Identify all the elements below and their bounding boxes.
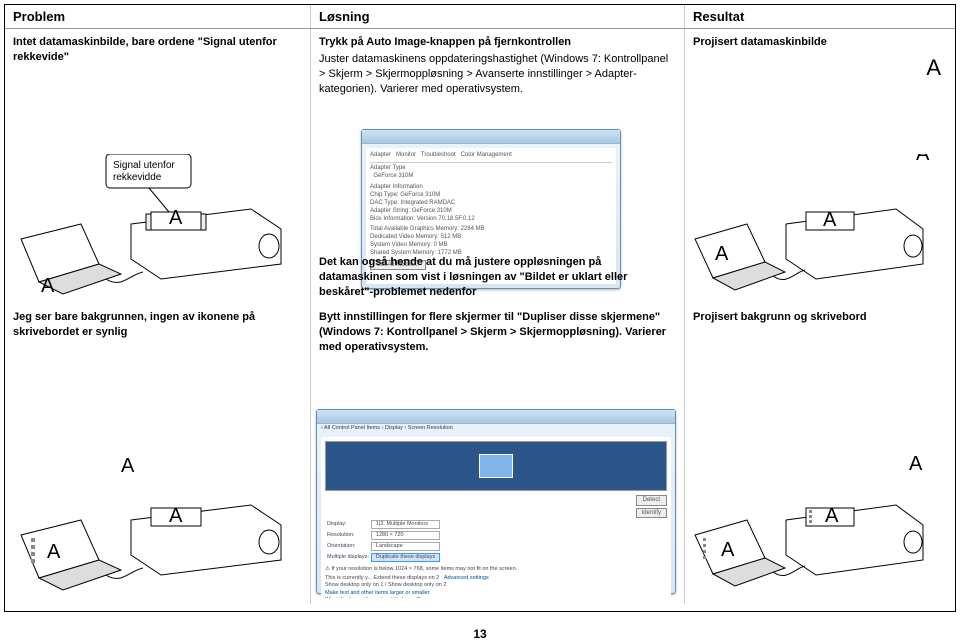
detect-button[interactable]: Detect <box>636 495 667 505</box>
table-row: Intet datamaskinbilde, bare ordene "Sign… <box>5 29 955 304</box>
header-result: Resultat <box>685 5 955 28</box>
identify-button[interactable]: Identify <box>636 508 667 518</box>
label-a: A <box>926 53 941 83</box>
result-cell-1: Projisert datamaskinbilde A <box>685 29 955 304</box>
result-2-text: Projisert bakgrunn og skrivebord <box>693 310 947 325</box>
window-titlebar <box>362 130 620 144</box>
diagram-result-2: A A A <box>691 450 941 600</box>
problem-cell-2: Jeg ser bare bakgrunnen, ingen av ikonen… <box>5 304 310 604</box>
breadcrumb: ‹ All Control Panel Items › Display › Sc… <box>317 424 675 433</box>
label-a: A <box>169 505 183 527</box>
laptop-icon <box>695 520 785 586</box>
solution-1a: Trykk på Auto Image-knappen på fjernkont… <box>319 35 676 50</box>
table-header-row: Problem Løsning Resultat <box>5 5 955 29</box>
label-a: A <box>721 539 735 561</box>
screen-resolution-window: ‹ All Control Panel Items › Display › Sc… <box>316 409 676 594</box>
window-titlebar <box>317 410 675 424</box>
label-a: A <box>916 154 930 165</box>
problem-2-text: Jeg ser bare bakgrunnen, ingen av ikonen… <box>13 310 302 340</box>
page-frame: Problem Løsning Resultat Intet datamaski… <box>4 4 956 612</box>
solution-2-text: Bytt innstillingen for flere skjermer ti… <box>319 310 676 355</box>
problem-cell-1: Intet datamaskinbilde, bare ordene "Sign… <box>5 29 310 304</box>
laptop-icon <box>21 520 121 590</box>
label-a: A <box>715 243 729 265</box>
label-a: A <box>47 541 61 563</box>
result-1-text: Projisert datamaskinbilde <box>693 35 947 50</box>
solution-cell-1: Trykk på Auto Image-knappen på fjernkont… <box>310 29 685 304</box>
diagram-laptop-projector-1: Signal utenfor rekkevidde <box>11 154 301 304</box>
result-cell-2: Projisert bakgrunn og skrivebord <box>685 304 955 604</box>
diagram-result-1: A A A <box>691 154 941 304</box>
diagram-laptop-projector-2: A A A <box>11 450 301 600</box>
callout-line1: Signal utenfor <box>113 160 175 171</box>
table-row: Jeg ser bare bakgrunnen, ingen av ikonen… <box>5 304 955 604</box>
header-solution: Løsning <box>310 5 685 28</box>
callout-line2: rekkevidde <box>113 172 162 183</box>
solution-cell-2: Bytt innstillingen for flere skjermer ti… <box>310 304 685 604</box>
solution-1b: Juster datamaskinens oppdateringshastigh… <box>319 52 676 97</box>
label-a: A <box>169 207 183 229</box>
label-a: A <box>121 455 135 477</box>
laptop-icon <box>695 224 785 290</box>
label-a: A <box>909 453 923 475</box>
label-a: A <box>823 209 837 231</box>
problem-1-text: Intet datamaskinbilde, bare ordene "Sign… <box>13 35 302 65</box>
label-a: A <box>41 275 55 297</box>
laptop-icon <box>21 224 121 294</box>
label-a: A <box>825 505 839 527</box>
solution-1c: Det kan også hende at du må justere oppl… <box>319 255 676 300</box>
monitor-preview <box>325 441 667 491</box>
header-problem: Problem <box>5 5 310 28</box>
